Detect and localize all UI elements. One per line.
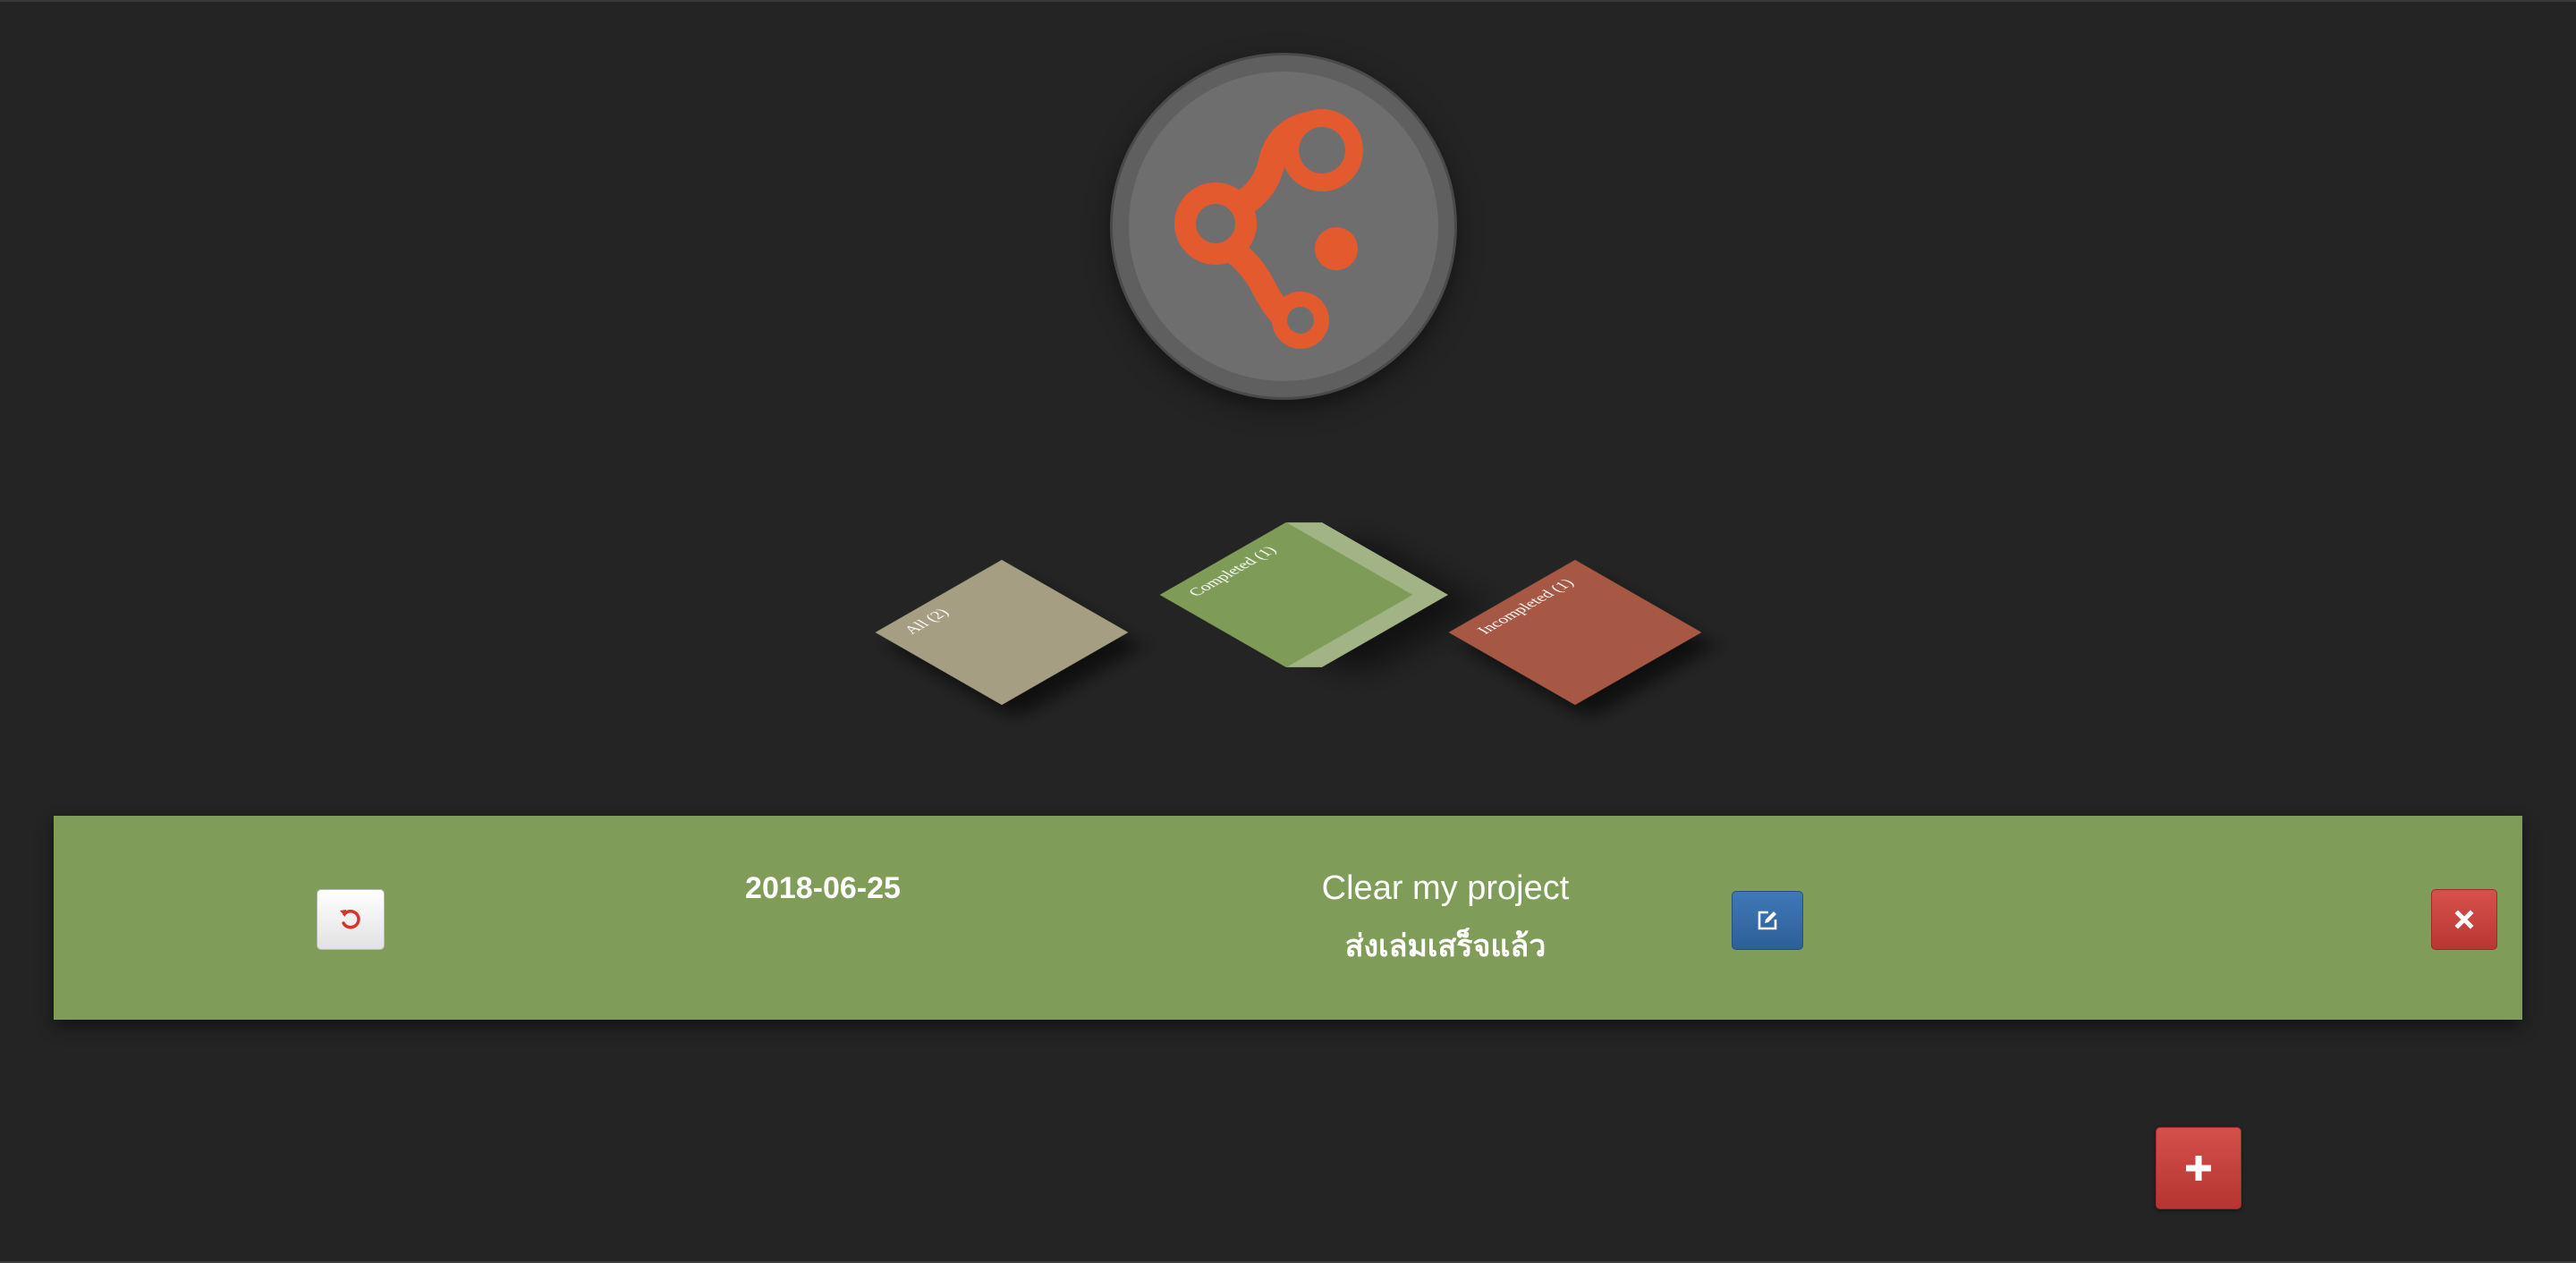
plus-icon (2186, 1156, 2211, 1181)
top-border (0, 0, 2576, 2)
filter-all-label: All (2) (899, 606, 953, 637)
filter-incompleted-label: Incompleted (1) (1472, 576, 1578, 637)
todo-title: Clear my project (1321, 869, 1570, 907)
app-logo (1113, 55, 1454, 397)
filter-all[interactable]: All (2) (875, 559, 1129, 706)
filter-incompleted[interactable]: Incompleted (1) (1448, 559, 1702, 706)
molecule-logo-icon (1174, 109, 1363, 349)
todo-item: 2018-06-25 Clear my project ส่งเล่มเสร็จ… (54, 816, 2522, 1020)
close-icon (2454, 910, 2474, 929)
add-todo-button[interactable] (2156, 1127, 2241, 1209)
edit-button[interactable] (1732, 891, 1803, 950)
delete-button[interactable] (2431, 889, 2497, 950)
filter-completed-label: Completed (1) (1183, 543, 1281, 599)
undo-button[interactable] (317, 889, 385, 950)
undo-icon (340, 910, 360, 929)
filter-completed[interactable]: Completed (1) (1159, 521, 1413, 668)
todo-description: ส่งเล่มเสร็จแล้ว (1344, 929, 1546, 963)
todo-date: 2018-06-25 (745, 871, 901, 905)
edit-icon (1758, 911, 1777, 930)
logo-disc (1129, 72, 1438, 381)
